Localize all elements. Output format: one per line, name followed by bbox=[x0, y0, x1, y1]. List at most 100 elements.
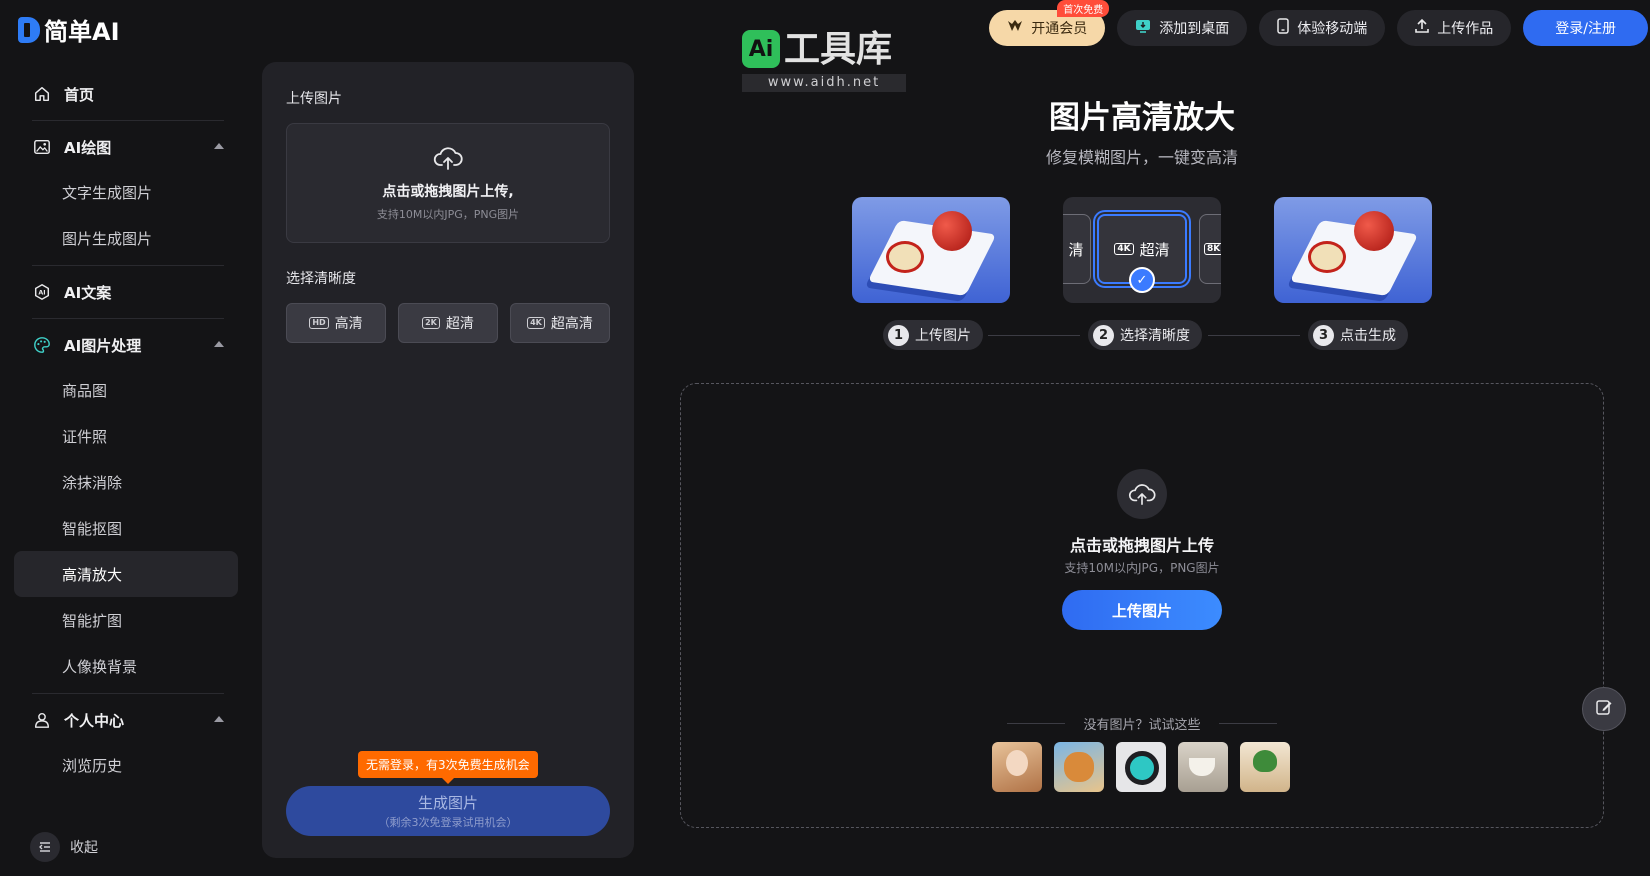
mobile-button[interactable]: 体验移动端 bbox=[1259, 10, 1386, 46]
step-text: 点击生成 bbox=[1340, 328, 1396, 344]
sidebar-item-erase[interactable]: 涂抹消除 bbox=[14, 459, 238, 505]
top-bar: 开通会员 首次免费 添加到桌面 体验移动端 上传作品 登录/注册 bbox=[989, 0, 1650, 46]
watermark-url: www.aidh.net bbox=[742, 74, 906, 92]
step-connector bbox=[988, 335, 1080, 336]
sidebar-group-personal[interactable]: 个人中心 bbox=[14, 698, 238, 742]
sidebar-item-product-image[interactable]: 商品图 bbox=[14, 367, 238, 413]
step3-image bbox=[1274, 197, 1432, 303]
upload-icon bbox=[1415, 18, 1430, 38]
step2-label: 2 选择清晰度 bbox=[1088, 320, 1202, 350]
chevron-up-icon[interactable] bbox=[214, 716, 224, 722]
quality-hd-button[interactable]: HD 高清 bbox=[286, 303, 386, 343]
sidebar-item-cutout[interactable]: 智能抠图 bbox=[14, 505, 238, 551]
step3-label: 3 点击生成 bbox=[1308, 320, 1408, 350]
apple-half-shape bbox=[886, 241, 924, 273]
page-title: 图片高清放大 bbox=[1049, 100, 1235, 136]
login-button[interactable]: 登录/注册 bbox=[1523, 10, 1648, 46]
step2-left-label: 清 bbox=[1068, 240, 1084, 259]
sidebar-item-upscale[interactable]: 高清放大 bbox=[14, 551, 238, 597]
step-connector bbox=[1208, 335, 1300, 336]
vip-label: 开通会员 bbox=[1031, 21, 1088, 37]
user-icon bbox=[32, 710, 52, 730]
dropzone-hint-text: 支持10M以内JPG，PNG图片 bbox=[1064, 561, 1220, 575]
sidebar: 简单AI 首页 AI绘图 文字生成图片 图片生成图片 AI AI文案 AI图片处… bbox=[0, 0, 252, 876]
upload-image-button[interactable]: 上传图片 bbox=[1062, 590, 1222, 630]
watermark-ai-mark: Ai bbox=[742, 30, 780, 68]
app-root: 简单AI 首页 AI绘图 文字生成图片 图片生成图片 AI AI文案 AI图片处… bbox=[0, 0, 1650, 876]
sample-image-dog[interactable] bbox=[1054, 742, 1104, 792]
sidebar-item-ai-copy[interactable]: AI AI文案 bbox=[14, 270, 238, 314]
logo-icon bbox=[18, 16, 40, 43]
sample-image-headphones[interactable] bbox=[1116, 742, 1166, 792]
divider bbox=[32, 265, 224, 266]
sidebar-item-expand[interactable]: 智能扩图 bbox=[14, 597, 238, 643]
chevron-up-icon[interactable] bbox=[214, 143, 224, 149]
cloud-upload-icon bbox=[1117, 469, 1167, 519]
quality-4k-button[interactable]: 4K 超高清 bbox=[510, 303, 610, 343]
upload-hint-text: 支持10M以内JPG，PNG图片 bbox=[376, 207, 520, 221]
apple-half-shape bbox=[1308, 241, 1346, 273]
sidebar-group-ai-drawing[interactable]: AI绘图 bbox=[14, 125, 238, 169]
cloud-upload-icon bbox=[433, 145, 463, 175]
8k-badge-icon: 8K bbox=[1204, 243, 1221, 255]
step-text: 选择清晰度 bbox=[1120, 328, 1190, 344]
sidebar-item-history[interactable]: 浏览历史 bbox=[14, 742, 238, 788]
generate-sublabel: （剩余3次免登录试用机会） bbox=[378, 816, 518, 829]
upload-main-text: 点击或拖拽图片上传, bbox=[382, 183, 514, 200]
collapse-label: 收起 bbox=[70, 840, 98, 856]
free-trial-tip: 无需登录，有3次免费生成机会 bbox=[358, 751, 538, 784]
sidebar-group-label: AI绘图 bbox=[64, 138, 112, 157]
sidebar-item-image-to-image[interactable]: 图片生成图片 bbox=[14, 215, 238, 261]
edit-icon bbox=[1595, 698, 1613, 720]
try-samples-header: 没有图片？试试这些 bbox=[681, 714, 1603, 733]
ai-copy-icon: AI bbox=[32, 282, 52, 302]
step-number: 3 bbox=[1313, 324, 1334, 346]
2k-badge-icon: 2K bbox=[422, 317, 440, 329]
chevron-up-icon[interactable] bbox=[214, 341, 224, 347]
sidebar-group-ai-image[interactable]: AI图片处理 bbox=[14, 323, 238, 367]
first-free-badge: 首次免费 bbox=[1057, 0, 1110, 17]
upload-work-button[interactable]: 上传作品 bbox=[1397, 10, 1512, 46]
step2-image: 清 4K 超清 8K ✓ bbox=[1063, 197, 1221, 303]
main-dropzone[interactable]: 点击或拖拽图片上传 支持10M以内JPG，PNG图片 上传图片 没有图片？试试这… bbox=[680, 383, 1604, 828]
sidebar-item-id-photo[interactable]: 证件照 bbox=[14, 413, 238, 459]
quality-label: 超高清 bbox=[550, 316, 593, 332]
watermark-logo: Ai 工具库 www.aidh.net bbox=[742, 30, 906, 92]
dropzone-main-text: 点击或拖拽图片上传 bbox=[1069, 536, 1214, 555]
sidebar-collapse[interactable]: 收起 bbox=[30, 832, 98, 862]
hd-badge-icon: HD bbox=[309, 317, 329, 329]
feedback-edit-button[interactable] bbox=[1582, 687, 1626, 731]
watermark-text: 工具库 bbox=[784, 29, 893, 70]
brand-name: 简单AI bbox=[44, 18, 120, 46]
divider bbox=[1007, 723, 1066, 724]
sample-images bbox=[992, 742, 1290, 792]
sample-image-portrait[interactable] bbox=[992, 742, 1042, 792]
sample-image-plant[interactable] bbox=[1240, 742, 1290, 792]
add-desktop-button[interactable]: 添加到桌面 bbox=[1117, 10, 1248, 46]
step1-label: 1 上传图片 bbox=[883, 320, 983, 350]
mobile-label: 体验移动端 bbox=[1297, 21, 1368, 37]
upload-dropzone[interactable]: 点击或拖拽图片上传, 支持10M以内JPG，PNG图片 bbox=[286, 123, 610, 243]
step-text: 上传图片 bbox=[915, 328, 971, 344]
step2-card-right: 8K bbox=[1199, 214, 1221, 284]
sidebar-item-label: 首页 bbox=[64, 85, 95, 104]
generate-label: 生成图片 bbox=[417, 794, 478, 812]
upload-section-label: 上传图片 bbox=[286, 91, 342, 107]
quality-2k-button[interactable]: 2K 超清 bbox=[398, 303, 498, 343]
step2-card-label: 超清 bbox=[1139, 240, 1170, 259]
sample-image-coffee[interactable] bbox=[1178, 742, 1228, 792]
step-number: 2 bbox=[1093, 324, 1114, 346]
divider bbox=[32, 318, 224, 319]
4k-badge-icon: 4K bbox=[1114, 243, 1134, 255]
svg-text:AI: AI bbox=[38, 290, 45, 297]
sidebar-item-portrait-bg[interactable]: 人像换背景 bbox=[14, 643, 238, 689]
vip-button[interactable]: 开通会员 首次免费 bbox=[989, 0, 1110, 46]
step1-image bbox=[852, 197, 1010, 303]
try-samples-label: 没有图片？试试这些 bbox=[1083, 718, 1201, 733]
generate-button[interactable]: 生成图片 （剩余3次免登录试用机会） bbox=[286, 786, 610, 836]
sidebar-item-text-to-image[interactable]: 文字生成图片 bbox=[14, 169, 238, 215]
divider bbox=[32, 120, 224, 121]
brand-logo[interactable]: 简单AI bbox=[18, 12, 120, 47]
collapse-icon[interactable] bbox=[30, 832, 60, 862]
sidebar-item-home[interactable]: 首页 bbox=[14, 72, 238, 116]
